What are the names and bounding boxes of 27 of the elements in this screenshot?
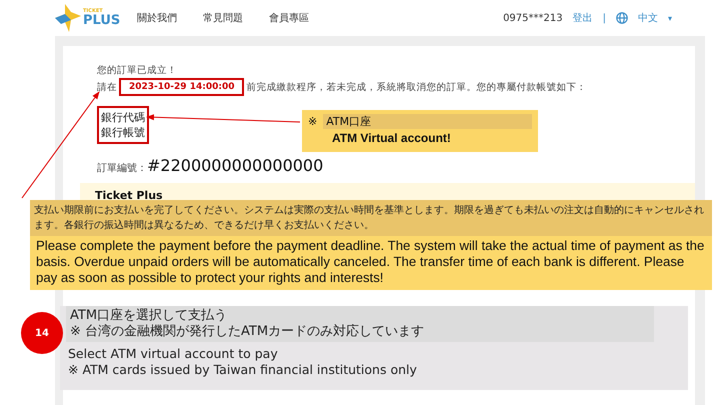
order-number: #2200000000000000: [147, 156, 324, 175]
separator: |: [602, 12, 606, 24]
english-notice: Please complete the payment before the payment deadline. The system will take the actual time of payment as the basis. Overdue unpaid orders will be automatically canceled. The transfer time of each bank is different. Please pay as soon as possible to protect your rights and interests!: [35, 237, 706, 287]
bank-code-label: 銀行代碼: [101, 110, 145, 125]
phone-number: 0975***213: [503, 12, 563, 24]
note-mark: ※: [308, 115, 318, 128]
japanese-notice: 支払い期限前にお支払いを完了してください。システムは実際の支払い時間を基準とします。期限を過ぎても未払いの注文は自動的にキャンセルされます。各銀行の振込時間は異なるため、できるだけ早くお支払いください。: [30, 200, 712, 236]
nav-link[interactable]: 常見問題: [203, 11, 243, 25]
logo-icon: [55, 4, 81, 32]
step-number: 14: [21, 312, 63, 354]
order-number-label: 訂單編號：: [97, 162, 147, 175]
language-selector[interactable]: 中文: [638, 11, 658, 25]
order-status: 您的訂單已成立！: [97, 64, 178, 77]
instruction-text: 請在: [97, 80, 117, 94]
instruction-text: 前完成繳款程序，若未完成，系統將取消您的訂單。您的專屬付款帳號如下：: [246, 80, 586, 94]
japanese-caption: ATM口座を選択して支払う ※ 台湾の金融機関が発行したATMカードのみ対応しています: [66, 306, 654, 342]
english-caption: Select ATM virtual account to pay ※ ATM cards issued by Taiwan financial institutions only: [67, 345, 418, 378]
nav-link[interactable]: 關於我們: [137, 11, 177, 25]
caret-icon[interactable]: ▾: [668, 14, 672, 22]
globe-icon[interactable]: [616, 12, 628, 24]
payment-deadline: 2023-10-29 14:00:00: [119, 78, 244, 96]
callout-subtitle: ATM Virtual account!: [332, 131, 452, 145]
bank-account-label: 銀行帳號: [101, 125, 145, 140]
logout-link[interactable]: 登出: [572, 11, 593, 25]
logo-text: PLUS: [83, 14, 120, 27]
callout-title: ATM口座: [323, 114, 532, 129]
nav-link[interactable]: 會員專區: [269, 11, 309, 25]
